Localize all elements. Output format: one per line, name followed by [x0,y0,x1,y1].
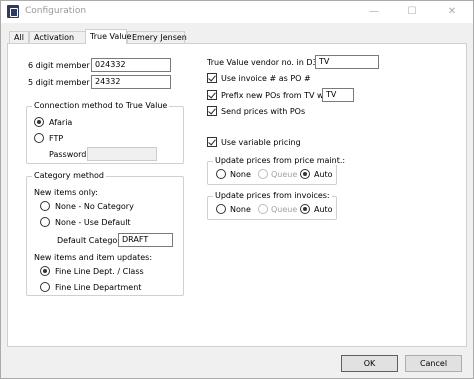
window-title: Configuration [25,6,87,16]
none-use-default-radio[interactable] [40,217,50,227]
price-invoices-auto-radio[interactable] [300,204,310,214]
price-invoices-queue-label: Queue [271,205,298,214]
tab-emery-jensen[interactable]: Emery Jensen [127,31,187,43]
close-icon[interactable]: ✕ [437,1,467,23]
five-digit-member-field[interactable]: 24332 [91,75,171,89]
variable-pricing-label: Use variable pricing [221,138,301,147]
price-invoices-group: Update prices from invoices: None Queue … [207,191,337,220]
new-items-label: New items only: [34,188,98,197]
connection-method-group: Connection method to True Value Afaria F… [26,101,184,164]
ftp-radio[interactable] [34,133,44,143]
afaria-label: Afaria [49,118,73,127]
fine-line-department-radio[interactable] [40,282,50,292]
price-invoices-auto-label: Auto [314,205,333,214]
price-invoices-title: Update prices from invoices: [213,191,332,200]
variable-pricing-checkbox[interactable] [207,137,217,147]
ftp-label: FTP [49,134,64,143]
connection-method-title: Connection method to True Value [32,101,170,110]
afaria-radio[interactable] [34,117,44,127]
price-maint-auto-radio[interactable] [300,169,310,179]
title-bar: Configuration — ☐ ✕ [1,1,473,23]
none-no-category-label: None - No Category [55,202,134,211]
password-field[interactable] [87,147,157,161]
category-method-title: Category method [32,171,106,180]
vendor-number-label: True Value vendor no. in D365: [207,58,331,67]
price-maint-none-radio[interactable] [216,169,226,179]
ok-button[interactable]: OK [341,355,398,372]
tab-activation[interactable]: Activation [29,31,87,43]
price-maint-auto-label: Auto [314,170,333,179]
none-use-default-label: None - Use Default [55,218,131,227]
maximize-icon[interactable]: ☐ [397,1,427,23]
password-label: Password: [49,150,90,159]
tab-all[interactable]: All [9,31,29,43]
tab-true-value[interactable]: True Value [85,29,132,44]
prefix-pos-label: Prefix new POs from TV with: [221,91,337,100]
six-digit-member-field[interactable]: 024332 [91,58,171,72]
default-category-field[interactable]: DRAFT [118,233,173,247]
none-no-category-radio[interactable] [40,201,50,211]
price-maint-queue-label: Queue [271,170,298,179]
invoice-as-po-label: Use invoice # as PO # [221,74,311,83]
price-invoices-queue-radio[interactable] [258,204,268,214]
tab-content-panel: 6 digit member ID: 024332 5 digit member… [7,43,467,347]
item-updates-label: New items and item updates: [34,253,153,262]
configuration-window: Configuration — ☐ ✕ All Activation True … [0,0,474,379]
prefix-pos-checkbox[interactable] [207,90,217,100]
prefix-pos-field[interactable]: TV [322,88,354,102]
app-icon [7,5,19,18]
send-prices-checkbox[interactable] [207,106,217,116]
send-prices-label: Send prices with POs [221,107,306,116]
fine-line-dept-class-radio[interactable] [40,266,50,276]
default-category-label: Default Category: [57,236,128,245]
price-invoices-none-label: None [230,205,251,214]
category-method-group: Category method New items only: None - N… [26,171,184,296]
price-maint-group: Update prices from price maint.: None Qu… [207,156,348,185]
fine-line-department-label: Fine Line Department [55,283,142,292]
price-maint-none-label: None [230,170,251,179]
vendor-number-field[interactable]: TV [315,55,379,69]
fine-line-dept-class-label: Fine Line Dept. / Class [55,267,144,276]
price-maint-title: Update prices from price maint.: [213,156,348,165]
cancel-button[interactable]: Cancel [405,355,462,372]
price-maint-queue-radio[interactable] [258,169,268,179]
invoice-as-po-checkbox[interactable] [207,73,217,83]
minimize-icon[interactable]: — [359,1,389,23]
price-invoices-none-radio[interactable] [216,204,226,214]
